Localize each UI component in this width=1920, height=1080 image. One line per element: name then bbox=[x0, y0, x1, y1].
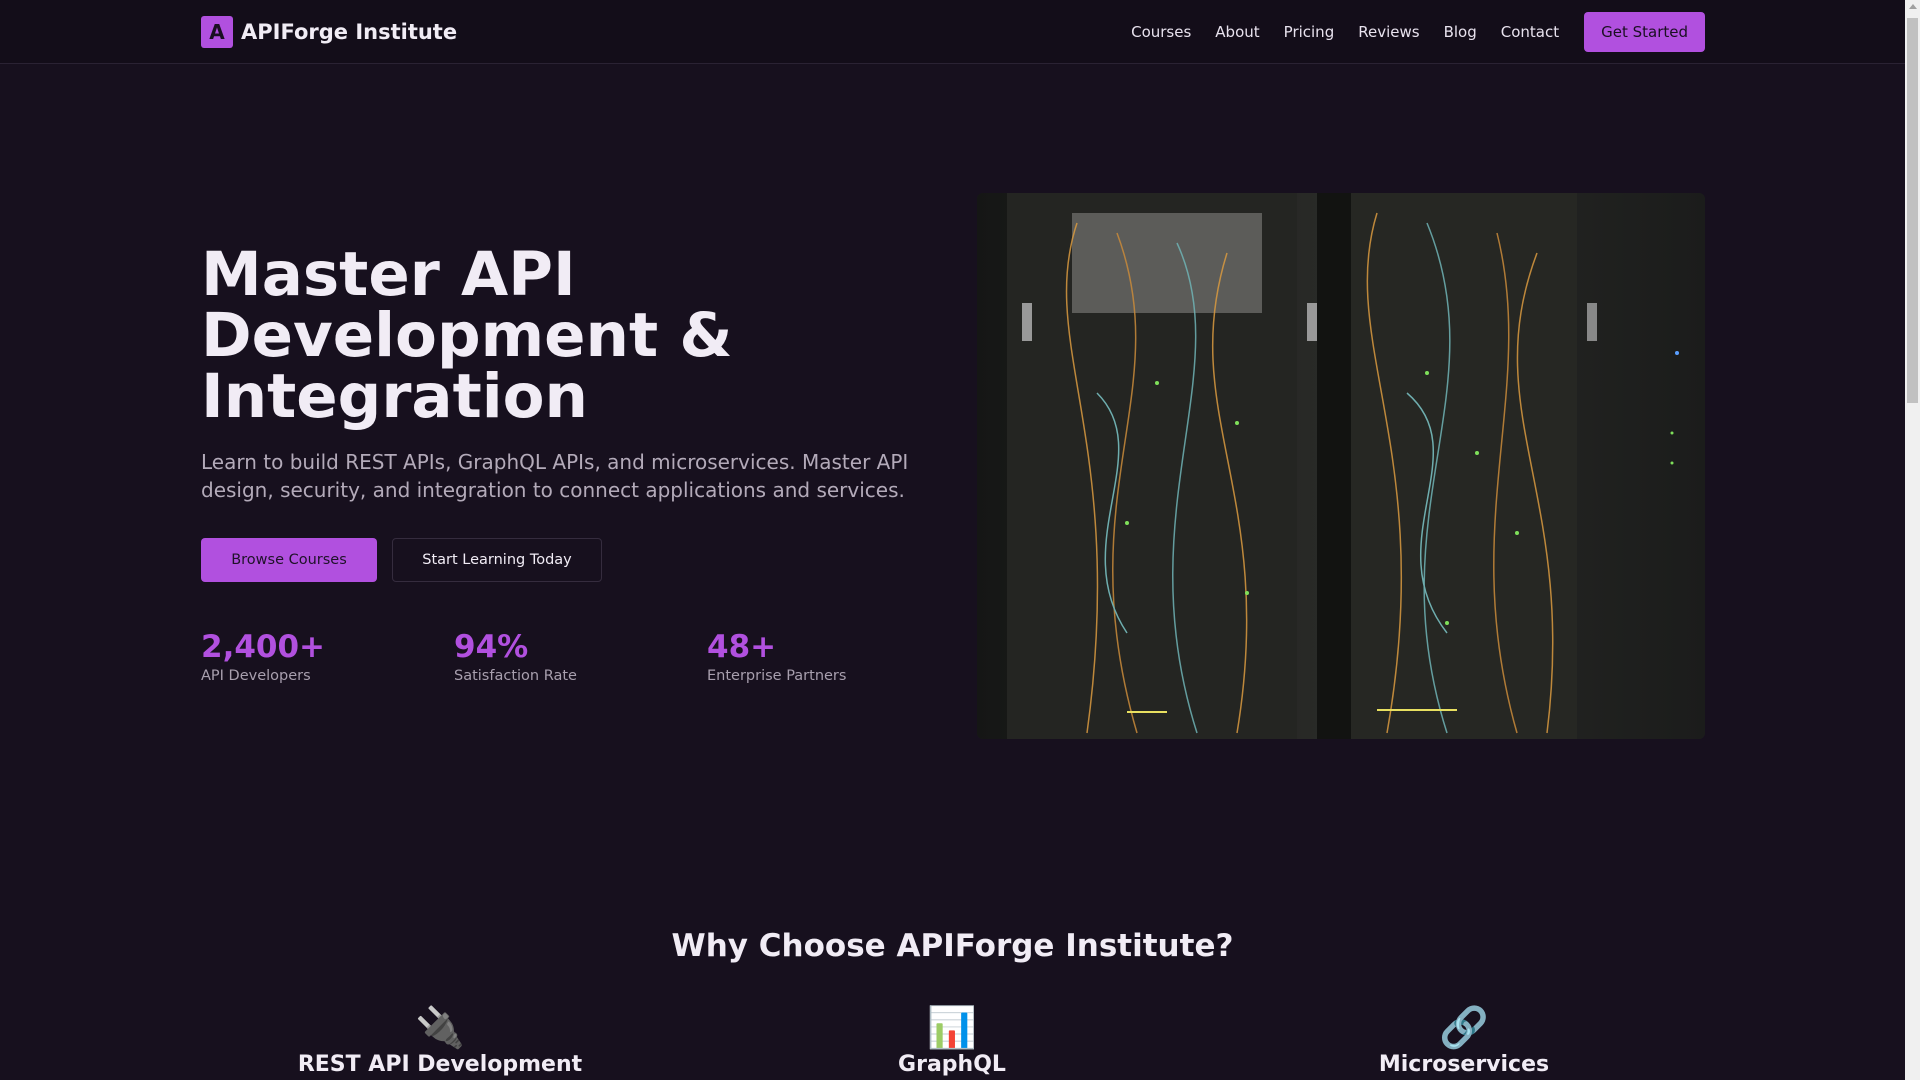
logo-mark: A bbox=[201, 16, 233, 48]
start-learning-button[interactable]: Start Learning Today bbox=[392, 538, 602, 582]
stat-satisfaction: 94% Satisfaction Rate bbox=[454, 628, 577, 684]
nav-link-reviews[interactable]: Reviews bbox=[1358, 23, 1419, 41]
feature-title: REST API Development bbox=[297, 1052, 583, 1077]
feature-card-graphql: 📊 GraphQL bbox=[692, 1006, 1212, 1078]
why-heading: Why Choose APIForge Institute? bbox=[671, 928, 1234, 964]
link-icon: 🔗 bbox=[1439, 1005, 1489, 1051]
stat-label: Enterprise Partners bbox=[707, 668, 847, 684]
feature-title: GraphQL bbox=[898, 1052, 1006, 1077]
stat-value: 2,400+ bbox=[201, 629, 326, 665]
hero-lead: Learn to build REST APIs, GraphQL APIs, … bbox=[201, 450, 909, 502]
page: A APIForge Institute Courses About Prici… bbox=[0, 0, 1905, 1080]
stat-label: Satisfaction Rate bbox=[454, 668, 577, 684]
plug-icon: 🔌 bbox=[415, 1005, 465, 1051]
feature-card-rest: 🔌 REST API Development bbox=[180, 1006, 700, 1078]
stat-label: API Developers bbox=[201, 668, 311, 684]
hero-title: Master API Development & Integration bbox=[201, 239, 733, 432]
brand-name: APIForge Institute bbox=[241, 20, 458, 44]
get-started-button[interactable]: Get Started bbox=[1584, 12, 1705, 52]
scroll-up-icon[interactable] bbox=[1909, 4, 1917, 9]
logo[interactable]: A APIForge Institute bbox=[201, 16, 457, 48]
stat-partners: 48+ Enterprise Partners bbox=[707, 628, 846, 684]
feature-title: Microservices bbox=[1378, 1052, 1550, 1077]
browse-courses-button[interactable]: Browse Courses bbox=[201, 538, 377, 582]
nav-link-pricing[interactable]: Pricing bbox=[1284, 23, 1335, 41]
scrollbar[interactable] bbox=[1905, 0, 1920, 1080]
scrollbar-thumb[interactable] bbox=[1907, 18, 1918, 403]
feature-card-microservices: 🔗 Microservices bbox=[1204, 1006, 1724, 1078]
nav-links: Courses About Pricing Reviews Blog Conta… bbox=[1131, 12, 1705, 52]
bar-chart-icon: 📊 bbox=[927, 1005, 977, 1051]
hero-image-server-rack bbox=[977, 193, 1705, 739]
top-nav: A APIForge Institute Courses About Prici… bbox=[0, 0, 1905, 64]
stat-value: 48+ bbox=[707, 629, 777, 665]
stat-developers: 2,400+ API Developers bbox=[201, 628, 325, 684]
nav-link-about[interactable]: About bbox=[1215, 23, 1259, 41]
nav-link-blog[interactable]: Blog bbox=[1444, 23, 1477, 41]
nav-link-courses[interactable]: Courses bbox=[1131, 23, 1191, 41]
stat-value: 94% bbox=[454, 629, 529, 665]
nav-link-contact[interactable]: Contact bbox=[1501, 23, 1559, 41]
